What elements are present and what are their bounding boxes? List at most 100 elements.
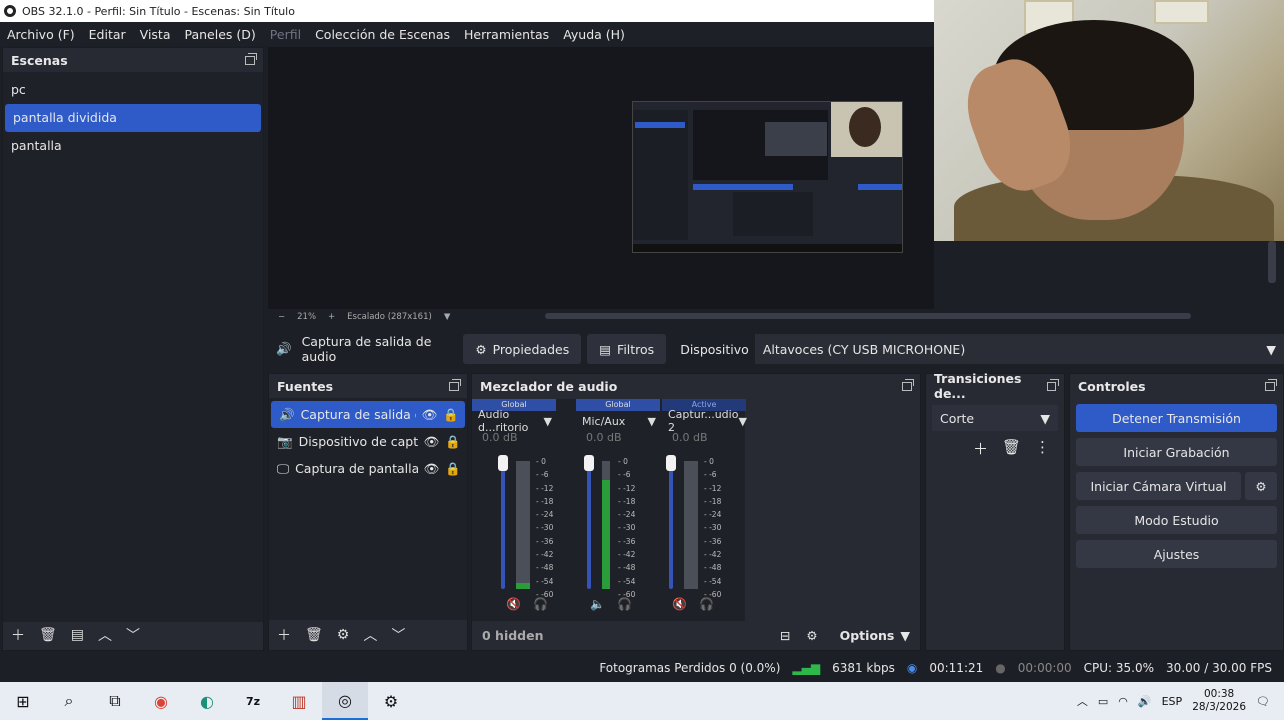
lock-icon[interactable]: 🔒 [445,461,461,477]
volume-meter [602,461,610,589]
start-recording-button[interactable]: Iniciar Grabación [1076,438,1277,466]
lock-icon[interactable]: 🔒 [443,407,459,423]
move-down-icon[interactable]: ﹀ [391,625,405,645]
source-item-capture-device[interactable]: 📷 Dispositivo de captu 👁 🔒 [269,428,467,455]
scene-item-pc[interactable]: pc [3,76,263,104]
channel-name-dropdown[interactable]: Mic/Aux ▼ [576,411,660,431]
menu-view[interactable]: Vista [133,27,178,42]
undock-icon[interactable] [245,52,257,65]
menu-file[interactable]: Archivo (F) [0,27,82,42]
battery-icon[interactable]: ▭ [1098,695,1108,708]
obs-taskbar-icon[interactable]: ◎ [322,682,368,720]
scale-dropdown-icon[interactable]: ▼ [444,312,451,322]
scene-filters-icon[interactable]: ▤ [71,627,84,643]
muted-speaker-icon[interactable]: 🔇 [672,597,687,611]
settings-button[interactable]: Ajustes [1076,540,1277,568]
source-item-screen-capture[interactable]: 🖵 Captura de pantalla 👁 🔒 [269,455,467,482]
eye-icon[interactable]: 👁 [424,461,440,477]
start-virtual-camera-button[interactable]: Iniciar Cámara Virtual [1076,472,1241,500]
eye-icon[interactable]: 👁 [422,407,438,423]
volume-fader-track[interactable] [669,461,673,589]
volume-meter [516,461,530,589]
meter-tick: - -54 [618,576,636,586]
audio-mixer-dock: Mezclador de audio Global Audio d...rito… [471,373,921,651]
volume-fader-track[interactable] [501,461,505,589]
channel-name-dropdown[interactable]: Captur...udio 2 ▼ [662,408,747,434]
muted-speaker-icon[interactable]: 🔇 [506,597,521,611]
chevron-up-icon[interactable]: ︿ [1077,693,1088,709]
properties-label: Propiedades [492,341,570,357]
preview-horizontal-scrollbar[interactable] [545,313,1191,319]
menu-edit[interactable]: Editar [82,27,133,42]
volume-icon[interactable]: 🔊 [1138,695,1152,708]
source-properties-icon[interactable]: ⚙ [337,627,350,643]
zoom-in-icon[interactable]: + [328,312,335,322]
zoom-out-icon[interactable]: − [278,312,285,322]
edge-icon[interactable]: ◐ [184,682,230,720]
headphones-icon[interactable]: 🎧 [533,597,548,611]
move-down-icon[interactable]: ﹀ [126,625,140,645]
remove-source-icon[interactable]: 🗑 [305,627,323,643]
device-select[interactable]: Altavoces (CY USB MICROHONE) ▼ [754,334,1284,364]
properties-button[interactable]: ⚙ Propiedades [463,334,582,364]
meter-tick: - -48 [704,563,722,573]
transition-select[interactable]: Corte ▼ [932,405,1058,431]
eye-icon[interactable]: 👁 [424,434,440,450]
studio-mode-button[interactable]: Modo Estudio [1076,506,1277,534]
preview-vertical-scrollbar[interactable] [1268,241,1276,283]
speaker-icon[interactable]: 🔈 [590,597,605,611]
search-icon[interactable]: ⌕ [46,682,92,720]
menu-help[interactable]: Ayuda (H) [556,27,632,42]
move-up-icon[interactable]: ︿ [363,625,377,645]
status-bar: Fotogramas Perdidos 0 (0.0%) ▂▄▆ 6381 kb… [0,655,1284,681]
menu-profile[interactable]: Perfil [263,27,308,42]
windows-start-icon[interactable]: ⊞ [0,682,46,720]
transitions-title: Transiciones de... [934,371,1022,401]
volume-fader-knob[interactable] [666,455,676,471]
volume-fader-track[interactable] [587,461,591,589]
volume-fader-knob[interactable] [584,455,594,471]
notifications-icon[interactable]: 🗨 [1256,695,1270,708]
fps: 30.00 / 30.00 FPS [1166,661,1272,675]
move-up-icon[interactable]: ︿ [98,625,112,645]
advanced-audio-icon[interactable]: ⚙ [806,628,817,643]
hidden-count[interactable]: 0 hidden [472,628,544,643]
scene-item-pantalla[interactable]: pantalla [3,132,263,160]
scene-item-pantalla-dividida[interactable]: pantalla dividida [5,104,261,132]
meter-tick: - -24 [704,510,722,520]
headphones-icon[interactable]: 🎧 [699,597,714,611]
undock-icon[interactable] [902,378,914,391]
language-indicator[interactable]: ESP [1162,695,1183,708]
volume-fader-knob[interactable] [498,455,508,471]
menu-docks[interactable]: Paneles (D) [178,27,263,42]
source-item-audio-output[interactable]: 🔊 Captura de salida de 👁 🔒 [271,401,465,428]
undock-icon[interactable] [1265,378,1277,391]
7zip-icon[interactable]: 7z [230,682,276,720]
channel-name-dropdown[interactable]: Audio d...ritorio ▼ [472,408,556,434]
settings-taskbar-icon[interactable]: ⚙ [368,682,414,720]
remove-transition-icon[interactable]: 🗑 [1002,438,1021,459]
add-transition-icon[interactable]: ＋ [973,438,988,459]
archive-icon[interactable]: ▥ [276,682,322,720]
more-options-icon[interactable]: ⋮ [1035,438,1050,459]
undock-icon[interactable] [449,378,461,391]
layout-icon[interactable]: ⊟ [780,628,790,643]
stop-stream-button[interactable]: Detener Transmisión [1076,404,1277,432]
chevron-down-icon[interactable]: ▼ [900,628,910,643]
undock-icon[interactable] [1046,378,1060,391]
clock[interactable]: 00:38 28/3/2026 [1192,688,1246,714]
wifi-icon[interactable]: ◠ [1118,695,1128,708]
add-scene-icon[interactable]: ＋ [11,625,25,645]
menu-tools[interactable]: Herramientas [457,27,556,42]
headphones-icon[interactable]: 🎧 [617,597,632,611]
task-view-icon[interactable]: ⧉ [92,682,138,720]
chevron-down-icon: ▼ [738,414,747,428]
virtual-camera-settings-button[interactable]: ⚙ [1245,472,1277,500]
lock-icon[interactable]: 🔒 [445,434,461,450]
remove-scene-icon[interactable]: 🗑 [39,627,57,643]
add-source-icon[interactable]: ＋ [277,625,291,645]
chrome-icon[interactable]: ◉ [138,682,184,720]
filters-button[interactable]: ▤ Filtros [587,334,667,364]
menu-scene-collection[interactable]: Colección de Escenas [308,27,457,42]
options-button[interactable]: Options [840,628,895,643]
